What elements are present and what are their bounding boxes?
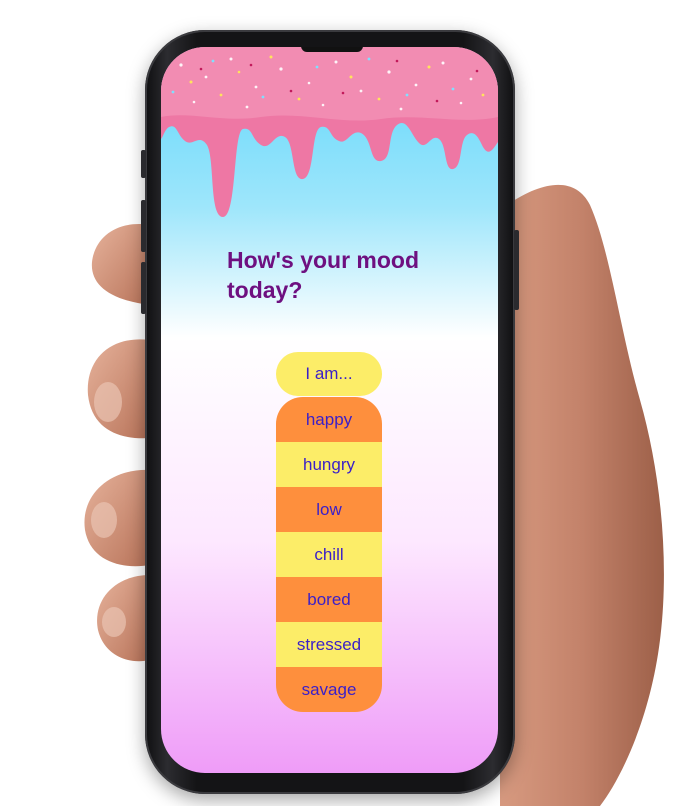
mood-prompt-pill: I am... [276,352,382,396]
mood-option-happy[interactable]: happy [276,397,382,442]
mood-selector: I am... happy hungry low chill bored str… [276,352,382,712]
speaker-notch [301,47,363,52]
app-screen: How's your mood today? I am... happy hun… [161,47,498,773]
mood-option-bored[interactable]: bored [276,577,382,622]
mood-options: happy hungry low chill bored stressed sa… [276,397,382,712]
volume-down-button [141,262,146,314]
mood-option-low[interactable]: low [276,487,382,532]
page-title: How's your mood today? [227,247,420,303]
phone-frame: How's your mood today? I am... happy hun… [141,30,519,794]
mood-option-hungry[interactable]: hungry [276,442,382,487]
mood-option-stressed[interactable]: stressed [276,622,382,667]
side-button [141,150,146,178]
frosting-drip-illustration [161,47,498,217]
mood-option-chill[interactable]: chill [276,532,382,577]
power-button [514,230,519,310]
mood-option-savage[interactable]: savage [276,667,382,712]
volume-up-button [141,200,146,252]
